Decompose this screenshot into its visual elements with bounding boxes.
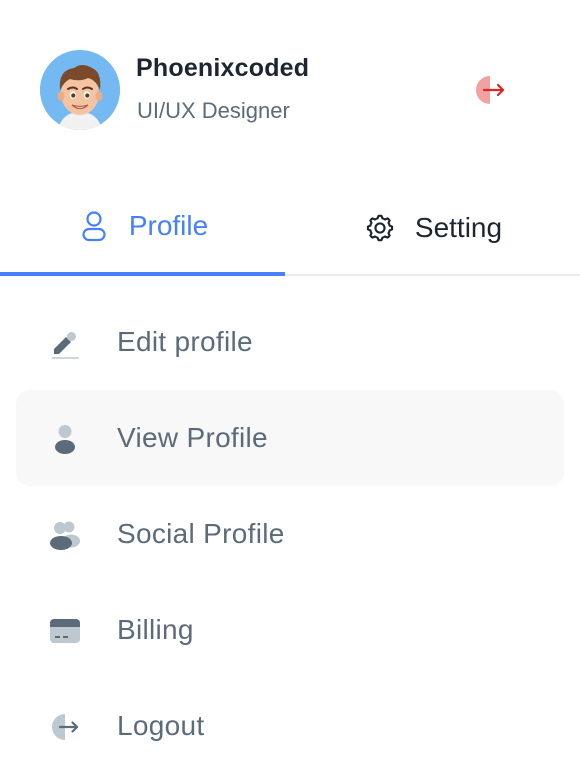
- user-role: UI/UX Designer: [137, 98, 290, 123]
- logout-arrow-icon: [476, 76, 505, 104]
- logout-icon: [48, 710, 82, 744]
- tab-setting[interactable]: Setting: [290, 180, 575, 276]
- menu-item-social-profile[interactable]: Social Profile: [16, 486, 564, 582]
- user-name: Phoenixcoded: [136, 54, 310, 82]
- users-icon: [48, 518, 82, 552]
- tab-profile-label: Profile: [128, 210, 209, 241]
- menu-item-view-profile[interactable]: View Profile: [16, 390, 564, 486]
- gear-icon: [363, 211, 397, 245]
- menu-item-label: Billing: [117, 614, 194, 645]
- memoji-avatar-icon: [40, 50, 120, 130]
- tab-bar: Profile Setting: [0, 180, 580, 276]
- tab-profile[interactable]: Profile: [0, 180, 285, 276]
- menu-item-label: Edit profile: [117, 326, 253, 357]
- user-icon: [77, 209, 111, 243]
- profile-dropdown-card: Phoenixcoded UI/UX Designer Profile Sett…: [0, 0, 580, 758]
- user-icon: [48, 422, 82, 456]
- menu-item-logout[interactable]: Logout: [16, 678, 564, 758]
- menu-item-edit-profile[interactable]: Edit profile: [16, 294, 564, 390]
- menu-item-label: View Profile: [117, 422, 268, 453]
- menu-item-label: Logout: [117, 710, 205, 741]
- menu-item-label: Social Profile: [117, 518, 285, 549]
- menu-item-billing[interactable]: Billing: [16, 582, 564, 678]
- edit-icon: [48, 326, 82, 360]
- header-logout-button[interactable]: [466, 66, 514, 114]
- card-icon: [48, 614, 82, 648]
- tab-setting-label: Setting: [414, 212, 503, 243]
- profile-header: Phoenixcoded UI/UX Designer: [0, 0, 580, 180]
- avatar[interactable]: [40, 50, 120, 130]
